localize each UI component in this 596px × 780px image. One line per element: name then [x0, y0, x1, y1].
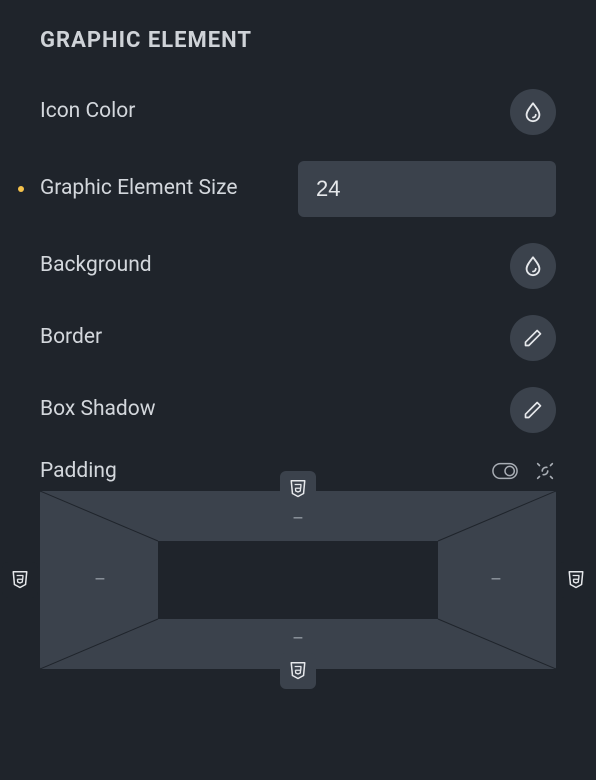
box-shadow-edit-button[interactable] — [510, 387, 556, 433]
label-background: Background — [40, 251, 152, 280]
size-input[interactable] — [298, 161, 556, 217]
droplet-icon — [522, 101, 544, 123]
label-icon-color: Icon Color — [40, 97, 135, 126]
row-icon-color: Icon Color — [40, 89, 556, 135]
label-box-shadow: Box Shadow — [40, 395, 156, 424]
padding-box-container: – – – – — [40, 491, 556, 669]
label-element-size: Graphic Element Size — [40, 174, 237, 203]
padding-right-value[interactable]: – — [490, 570, 502, 591]
padding-left-value[interactable]: – — [94, 570, 106, 591]
label-border: Border — [40, 323, 102, 352]
padding-inner-box — [158, 541, 438, 619]
background-button[interactable] — [510, 243, 556, 289]
row-element-size: Graphic Element Size — [40, 161, 556, 217]
padding-top-css-button[interactable] — [280, 471, 316, 507]
label-padding: Padding — [40, 459, 117, 483]
padding-header-icons — [492, 460, 556, 482]
padding-toggle-button[interactable] — [492, 462, 518, 480]
css-shield-icon — [11, 570, 29, 590]
css-shield-icon — [289, 661, 307, 681]
size-input-group — [298, 161, 556, 217]
section-title: GRAPHIC ELEMENT — [40, 28, 556, 53]
padding-bottom-css-button[interactable] — [280, 653, 316, 689]
css-shield-icon — [289, 479, 307, 499]
padding-left-css-button[interactable] — [2, 562, 38, 598]
padding-top-value[interactable]: – — [292, 509, 304, 530]
padding-visualizer: – – – – — [40, 491, 556, 669]
css-shield-icon — [567, 570, 585, 590]
row-background: Background — [40, 243, 556, 289]
modified-indicator-dot — [18, 186, 24, 192]
pencil-icon — [523, 328, 543, 348]
padding-bottom-value[interactable]: – — [292, 629, 304, 650]
graphic-element-section: GRAPHIC ELEMENT Icon Color Graphic Eleme… — [0, 0, 596, 669]
row-border: Border — [40, 315, 556, 361]
pencil-icon — [523, 400, 543, 420]
droplet-icon — [522, 255, 544, 277]
padding-unlink-button[interactable] — [534, 460, 556, 482]
row-box-shadow: Box Shadow — [40, 387, 556, 433]
border-edit-button[interactable] — [510, 315, 556, 361]
padding-right-css-button[interactable] — [558, 562, 594, 598]
icon-color-button[interactable] — [510, 89, 556, 135]
